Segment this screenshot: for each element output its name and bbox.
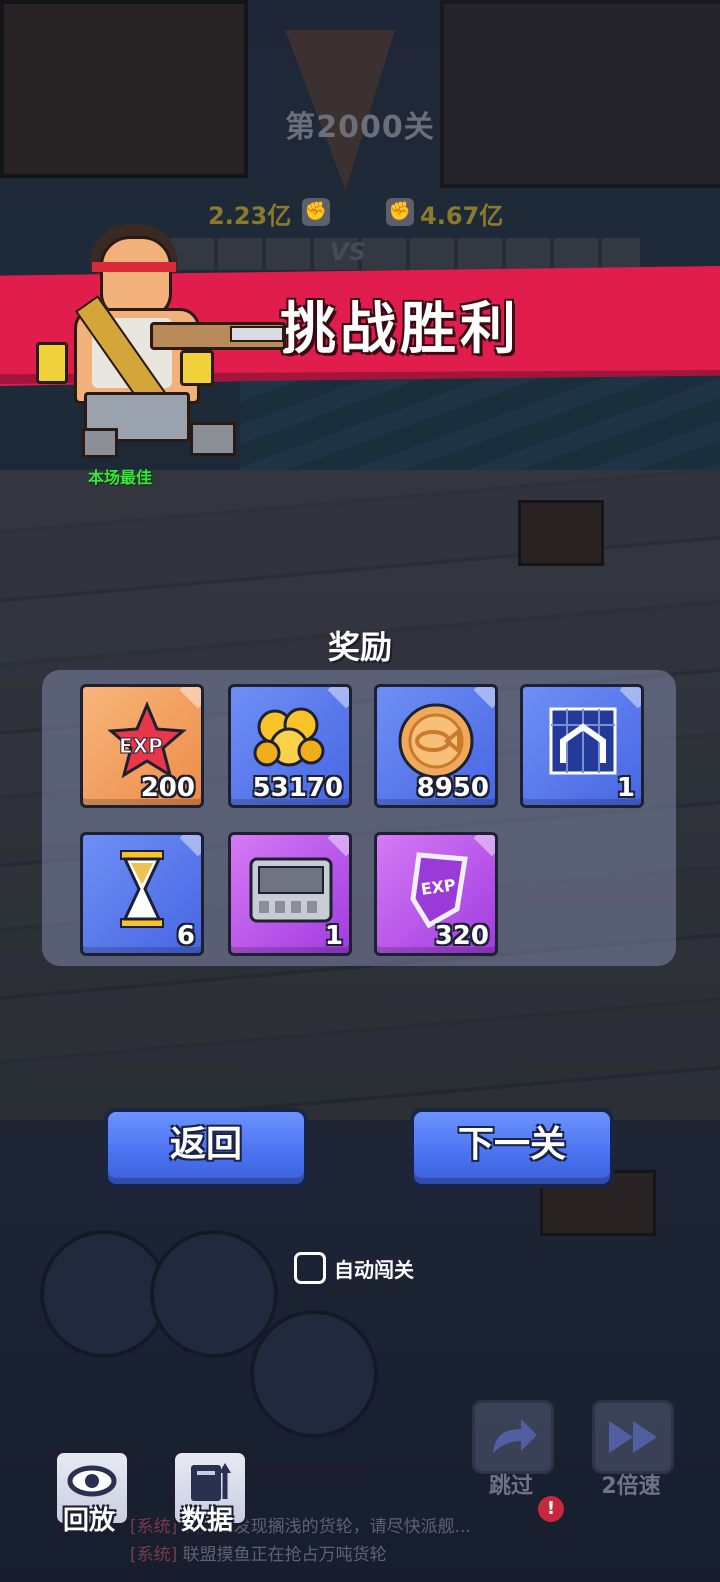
reward-item-fish-coin[interactable]: 8950 bbox=[374, 684, 498, 808]
speed-label: 2倍速 bbox=[601, 1474, 661, 1499]
blueprint-icon bbox=[549, 707, 617, 775]
reward-qty: 8950 bbox=[416, 773, 489, 803]
reward-item-gold[interactable]: 53170 bbox=[228, 684, 352, 808]
reward-qty: 200 bbox=[140, 773, 195, 803]
replay-label: 回放 bbox=[62, 1506, 115, 1536]
reward-qty: 320 bbox=[434, 921, 489, 951]
reward-item-exp[interactable]: EXP 200 bbox=[80, 684, 204, 808]
auto-challenge-label: 自动闯关 bbox=[334, 1258, 414, 1282]
alert-icon: ! bbox=[538, 1496, 564, 1522]
fist-icon: ✊ bbox=[302, 198, 330, 226]
fish-coin-icon bbox=[398, 703, 474, 779]
svg-text:EXP: EXP bbox=[119, 734, 163, 758]
exp-badge-icon: EXP bbox=[410, 852, 468, 929]
reward-item-blueprint[interactable]: 1 bbox=[520, 684, 644, 808]
reward-item-cartridge[interactable]: 1 bbox=[228, 832, 352, 956]
gold-nuggets-icon bbox=[253, 707, 325, 767]
rewards-title: 奖励 bbox=[327, 628, 392, 666]
hourglass-icon bbox=[120, 850, 164, 928]
vs-label: VS bbox=[330, 238, 366, 266]
fast-forward-icon bbox=[609, 1421, 657, 1453]
exp-star-icon: EXP bbox=[107, 701, 187, 779]
mvp-label: 本场最佳 bbox=[87, 468, 152, 487]
reward-qty: 1 bbox=[324, 921, 343, 951]
next-stage-button[interactable]: 下一关 bbox=[410, 1108, 614, 1188]
enemy-power: 4.67亿 bbox=[420, 202, 504, 230]
skip-button[interactable] bbox=[472, 1400, 554, 1474]
victory-title: 挑战胜利 bbox=[280, 297, 520, 362]
game-cartridge-icon bbox=[249, 857, 333, 923]
reward-item-hourglass[interactable]: 6 bbox=[80, 832, 204, 956]
back-button[interactable]: 返回 bbox=[104, 1108, 308, 1188]
stage-title: 第2000关 bbox=[285, 110, 435, 145]
checkbox-icon[interactable] bbox=[294, 1252, 326, 1284]
fist-icon: ✊ bbox=[386, 198, 414, 226]
reward-qty: 53170 bbox=[252, 773, 343, 803]
skip-arrow-icon bbox=[493, 1419, 537, 1453]
reward-qty: 1 bbox=[616, 773, 635, 803]
chat-text: 联盟摸鱼正在抢占万吨货轮 bbox=[182, 1545, 387, 1565]
data-label: 数据 bbox=[180, 1506, 233, 1536]
speed-2x-button[interactable] bbox=[592, 1400, 674, 1474]
chat-tag: [系统] bbox=[130, 1545, 178, 1565]
chat-line: [系统] 联盟摸鱼正在抢占万吨货轮 bbox=[130, 1540, 720, 1565]
mvp-hero-portrait bbox=[30, 222, 286, 472]
reward-qty: 6 bbox=[176, 921, 195, 951]
reward-item-exp-badge[interactable]: EXP 320 bbox=[374, 832, 498, 956]
